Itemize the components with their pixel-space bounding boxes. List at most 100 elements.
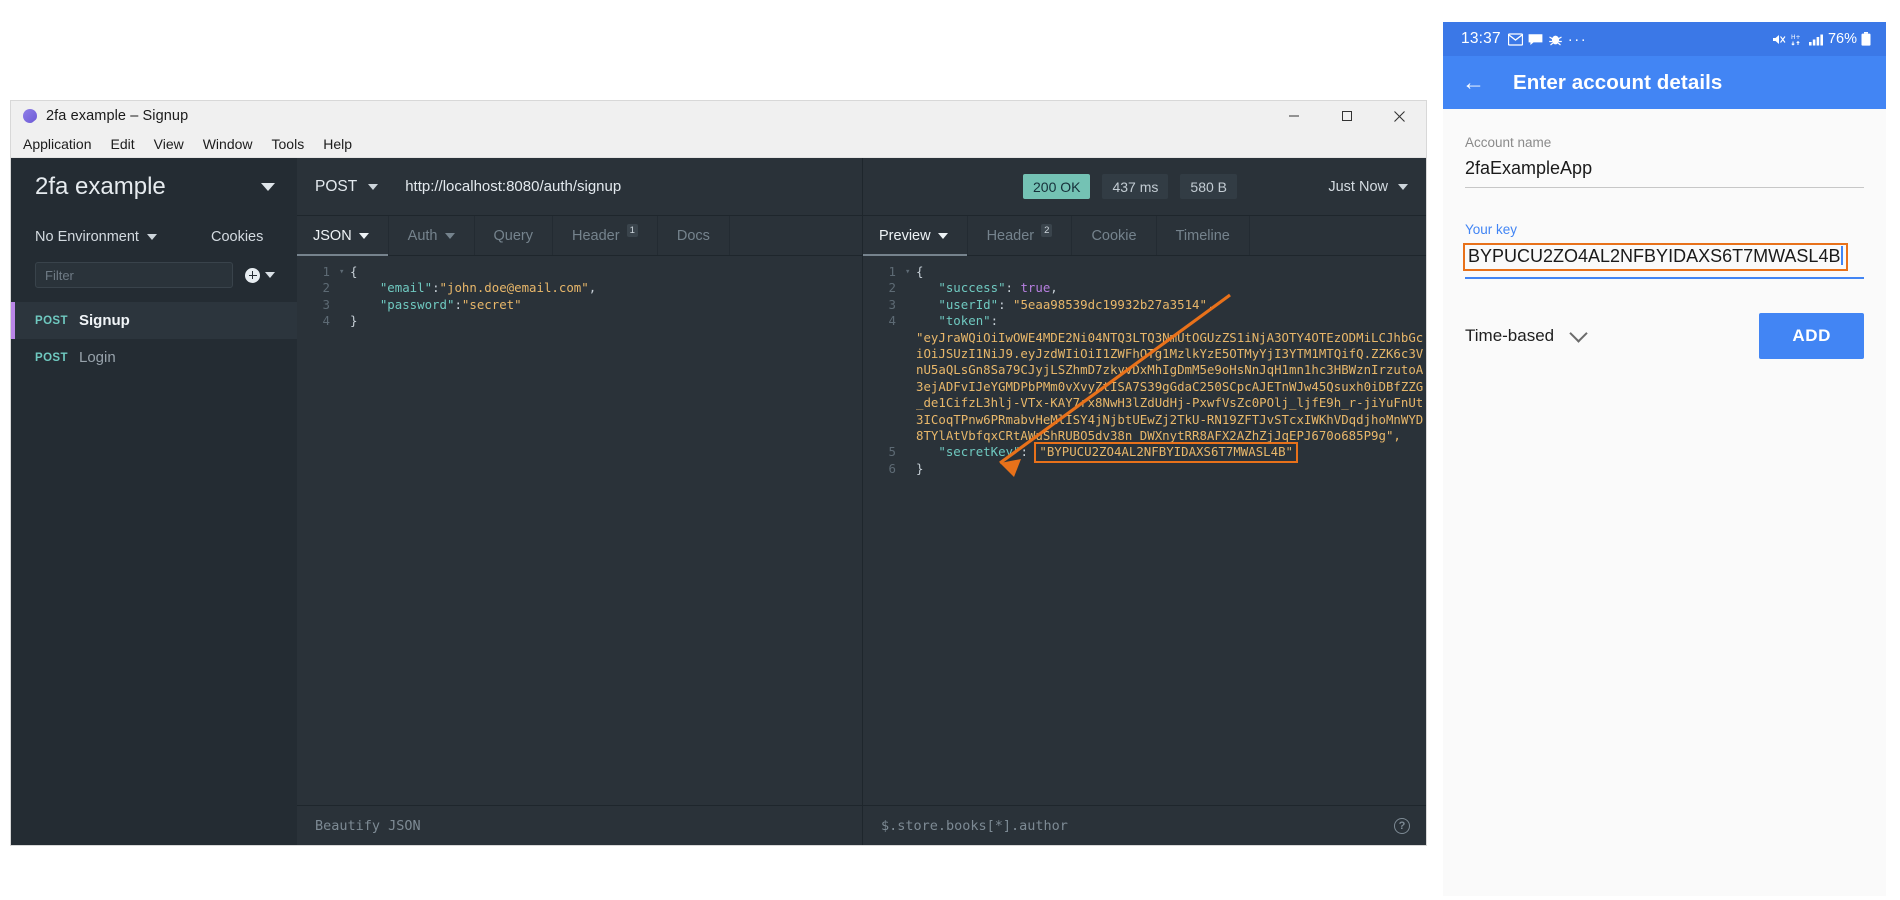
mute-icon [1772,34,1786,44]
appbar-title: Enter account details [1513,70,1723,94]
url-input[interactable]: http://localhost:8080/auth/signup [394,178,862,195]
fold-toggle-icon[interactable] [339,297,350,313]
fold-toggle-icon[interactable] [905,313,916,329]
fold-toggle-icon[interactable] [339,313,350,329]
menu-tools[interactable]: Tools [272,136,315,152]
response-size-badge: 580 B [1180,174,1237,199]
request-item-signup[interactable]: POST Signup [11,302,297,339]
code-text: "success": true, [916,280,1058,296]
code-line: 3 "password":"secret" [297,297,862,313]
tab-cookie[interactable]: Cookie [1072,216,1157,255]
line-number: 6 [888,460,896,476]
line-number [863,330,905,445]
menu-application[interactable]: Application [23,136,102,152]
tab-json[interactable]: JSON [297,216,389,256]
tab-label: Query [493,227,534,244]
history-chevron-down-icon[interactable] [1398,183,1408,190]
tab-query[interactable]: Query [475,216,554,255]
your-key-input[interactable]: BYPUCU2ZO4AL2NFBYIDAXS6T7MWASL4B [1468,246,1840,266]
code-line-secretkey: 5 "secretKey": "BYPUCU2ZO4AL2NFBYIDAXS6T… [863,442,1426,463]
close-button[interactable] [1373,101,1426,131]
workspace-chevron-down-icon[interactable] [261,183,275,191]
method-chevron-down-icon[interactable] [368,183,379,190]
tab-chevron-down-icon[interactable] [358,232,369,239]
add-chevron-down-icon[interactable] [265,272,275,278]
filter-row [11,258,297,298]
tab-header[interactable]: Header 1 [553,216,658,255]
fold-toggle-icon[interactable] [905,297,916,313]
line-number: 2 [888,280,896,296]
environment-chevron-down-icon[interactable] [146,234,157,240]
menu-view[interactable]: View [154,136,194,152]
jsonpath-filter-input[interactable]: $.store.books[*].author [863,818,1068,834]
insomnia-body: 2fa example No Environment Cookies Filte… [11,158,1426,845]
tab-label: JSON [313,227,352,244]
signal-icon [1808,34,1823,45]
method-label: POST [315,177,358,195]
environment-selector-label[interactable]: No Environment [35,229,139,245]
window-titlebar: 2fa example – Signup [11,101,1426,131]
screenshot-root: 2fa example – Signup Application Edit Vi… [0,0,1900,900]
response-timestamp[interactable]: Just Now [1328,179,1426,195]
status-badge: 200 OK [1023,174,1091,199]
otp-type-value: Time-based [1465,326,1555,345]
method-selector[interactable]: POST [297,178,394,196]
otp-type-dropdown[interactable]: Time-based [1465,323,1588,346]
tab-timeline[interactable]: Timeline [1157,216,1250,255]
back-arrow-icon[interactable]: ← [1462,71,1485,94]
fold-toggle-icon[interactable]: ▾ [339,264,350,280]
maximize-button[interactable] [1320,101,1373,131]
more-icon: ··· [1567,30,1588,48]
request-item-login[interactable]: POST Login [11,339,297,376]
add-button[interactable]: ADD [1759,313,1864,359]
beautify-json-button[interactable]: Beautify JSON [297,818,421,834]
menu-edit[interactable]: Edit [111,136,145,152]
insomnia-window: 2fa example – Signup Application Edit Vi… [11,101,1426,845]
field-your-key: Your key BYPUCU2ZO4AL2NFBYIDAXS6T7MWASL4… [1462,222,1864,279]
help-button[interactable]: ? [1394,817,1426,834]
response-header-count-badge: 2 [1041,224,1053,237]
chevron-down-icon[interactable] [1569,323,1588,343]
status-bar-time: 13:37 [1461,30,1501,47]
cookies-button[interactable]: Cookies [211,229,263,245]
fold-toggle-icon[interactable] [905,461,916,477]
mail-icon [1507,32,1523,46]
tab-label: Cookie [1091,227,1137,244]
field-account-name: Account name 2faExampleApp [1465,135,1864,188]
request-footer: Beautify JSON [297,805,862,845]
filter-input[interactable] [35,262,233,288]
fold-toggle-icon[interactable] [905,280,916,296]
tab-response-header[interactable]: Header 2 [968,216,1073,255]
minimize-button[interactable] [1267,101,1320,131]
tab-auth[interactable]: Auth [389,216,475,255]
android-phone-panel: 13:37 ··· H+ 76% ← Enter account details [1443,22,1886,896]
response-body-viewer[interactable]: 1 ▾{2 "success": true, 3 "userId": "5eaa98… [863,256,1426,805]
tab-preview[interactable]: Preview [863,216,968,256]
your-key-input-wrapper[interactable]: BYPUCU2ZO4AL2NFBYIDAXS6T7MWASL4B [1462,243,1864,279]
request-method-label: POST [35,314,68,327]
line-number: 5 [888,444,896,460]
tab-label: Header [572,227,620,244]
battery-percent-label: 76% [1827,31,1857,47]
line-number: 4 [322,313,330,329]
fold-toggle-icon[interactable]: ▾ [905,264,916,280]
workspace-header[interactable]: 2fa example [11,158,297,216]
add-request-control[interactable] [245,267,275,283]
tab-chevron-down-icon[interactable] [937,232,948,239]
tab-label: Auth [407,227,438,244]
status-bar-right: H+ 76% [1772,31,1871,47]
account-name-input[interactable]: 2faExampleApp [1465,158,1864,188]
code-line: 2 "email":"john.doe@email.com", [297,280,862,296]
tab-label: Timeline [1175,227,1230,244]
plus-icon[interactable] [245,267,260,283]
main-columns: POST http://localhost:8080/auth/signup J… [297,158,1426,845]
tab-docs[interactable]: Docs [658,216,730,255]
menu-window[interactable]: Window [203,136,263,152]
workspace-name: 2fa example [35,173,166,200]
request-body-editor[interactable]: 1 ▾{2 "email":"john.doe@email.com", 3 "pas… [297,256,862,805]
your-key-highlight-box: BYPUCU2ZO4AL2NFBYIDAXS6T7MWASL4B [1462,243,1849,271]
fold-toggle-icon[interactable] [339,280,350,296]
menu-help[interactable]: Help [323,136,362,152]
tab-chevron-down-icon[interactable] [444,232,455,239]
